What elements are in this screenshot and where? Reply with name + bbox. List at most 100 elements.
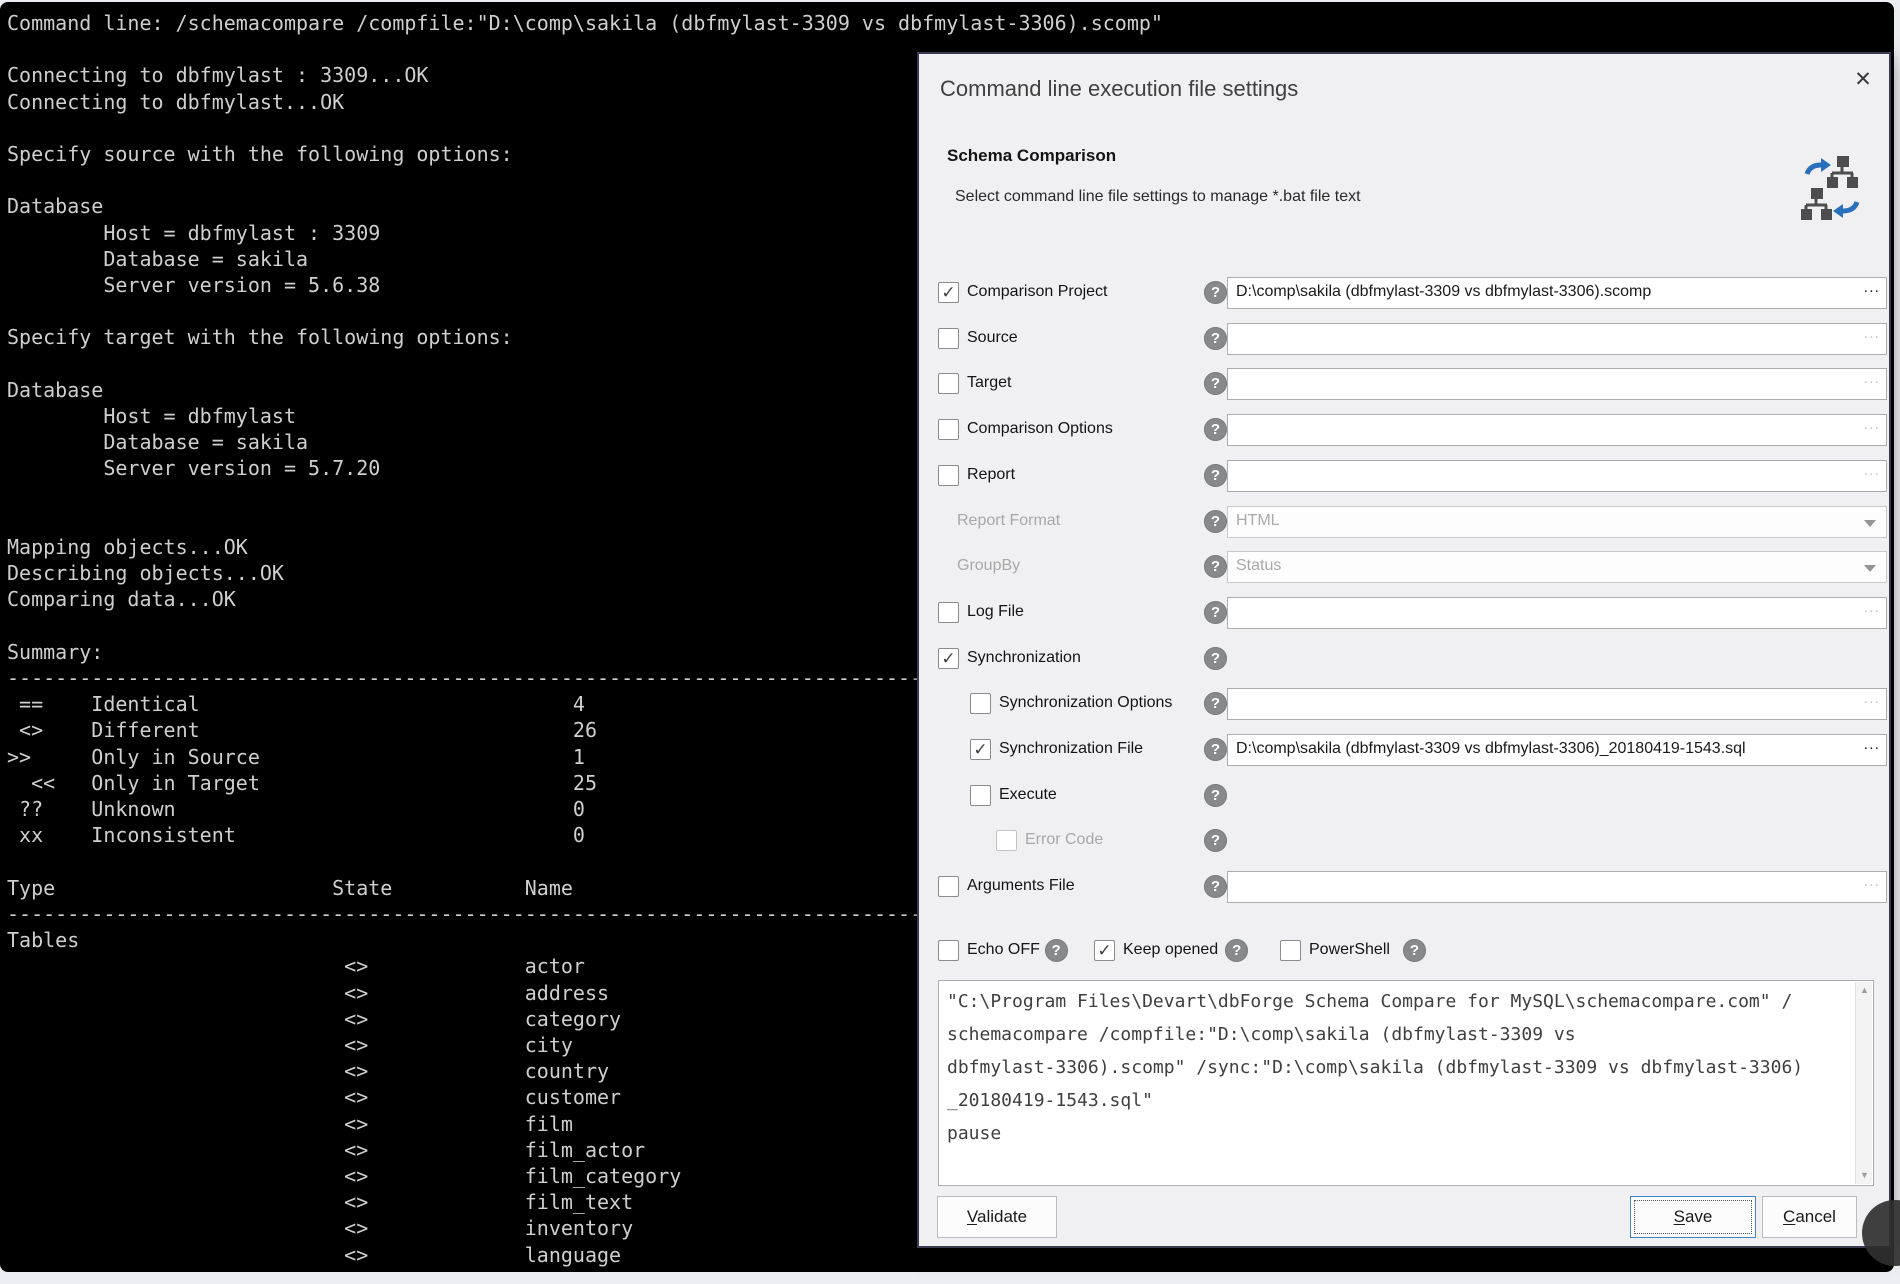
group-by-select: Status (1227, 551, 1887, 583)
chevron-down-icon (1864, 520, 1876, 527)
error-code-checkbox (996, 830, 1017, 851)
form-row-synchronization: ✓ Synchronization? (919, 642, 1889, 676)
group-by-value: Status (1236, 557, 1281, 575)
comparison-options-input[interactable]: ... (1227, 414, 1887, 446)
bat-file-text[interactable]: "C:\Program Files\Devart\dbForge Schema … (947, 985, 1837, 1150)
textarea-scrollbar[interactable]: ▲ ▼ (1855, 982, 1872, 1184)
comparison-options-label: Comparison Options (967, 420, 1113, 438)
section-subtitle: Select command line file settings to man… (955, 188, 1361, 206)
form-row-report-format: Report Format? HTML (919, 505, 1889, 539)
comparison-options-help-icon[interactable]: ? (1204, 418, 1227, 441)
report-format-select: HTML (1227, 506, 1887, 538)
form-row-error-code: Error Code? (919, 824, 1889, 858)
comparison-project-value: D:\comp\sakila (dbfmylast-3309 vs dbfmyl… (1236, 283, 1651, 301)
form-row-arguments-file: Arguments File?... (919, 870, 1889, 904)
save-button[interactable]: Save (1630, 1196, 1756, 1238)
execute-label: Execute (999, 786, 1057, 804)
synchronization-file-browse-button[interactable]: ... (1864, 736, 1880, 754)
powershell-help-icon[interactable]: ? (1403, 939, 1426, 962)
synchronization-file-help-icon[interactable]: ? (1204, 738, 1227, 761)
comparison-project-label: Comparison Project (967, 283, 1108, 301)
chevron-down-icon (1864, 565, 1876, 572)
synchronization-file-input[interactable]: D:\comp\sakila (dbfmylast-3309 vs dbfmyl… (1227, 734, 1887, 766)
error-code-label: Error Code (1025, 831, 1103, 849)
synchronization-file-value: D:\comp\sakila (dbfmylast-3309 vs dbfmyl… (1236, 740, 1746, 758)
synchronization-options-checkbox[interactable] (970, 693, 991, 714)
comparison-project-help-icon[interactable]: ? (1204, 281, 1227, 304)
log-file-label: Log File (967, 603, 1024, 621)
scroll-down-icon[interactable]: ▼ (1856, 1167, 1873, 1184)
log-file-checkbox[interactable] (938, 602, 959, 623)
section-title: Schema Comparison (947, 146, 1116, 166)
report-checkbox[interactable] (938, 465, 959, 486)
group-by-help-icon[interactable]: ? (1204, 555, 1227, 578)
form-row-execute: Execute? (919, 779, 1889, 813)
arguments-file-input[interactable]: ... (1227, 871, 1887, 903)
synchronization-options-label: Synchronization Options (999, 694, 1172, 712)
form-row-target: Target?... (919, 367, 1889, 401)
group-by-label: GroupBy (957, 557, 1020, 575)
synchronization-file-checkbox[interactable]: ✓ (970, 739, 991, 760)
log-file-browse-button: ... (1864, 599, 1880, 617)
target-help-icon[interactable]: ? (1204, 372, 1227, 395)
arguments-file-checkbox[interactable] (938, 876, 959, 897)
target-browse-button: ... (1864, 370, 1880, 388)
report-format-label: Report Format (957, 512, 1060, 530)
powershell-label: PowerShell (1309, 941, 1390, 959)
synchronization-options-input[interactable]: ... (1227, 688, 1887, 720)
report-help-icon[interactable]: ? (1204, 464, 1227, 487)
source-help-icon[interactable]: ? (1204, 327, 1227, 350)
synchronization-checkbox[interactable]: ✓ (938, 648, 959, 669)
target-checkbox[interactable] (938, 373, 959, 394)
form-row-comparison-options: Comparison Options?... (919, 413, 1889, 447)
form-row-comparison-project: ✓ Comparison Project? D:\comp\sakila (dbfm… (919, 276, 1889, 310)
close-icon[interactable]: ✕ (1847, 64, 1879, 96)
report-format-value: HTML (1236, 512, 1280, 530)
source-input[interactable]: ... (1227, 323, 1887, 355)
form-row-group-by: GroupBy? Status (919, 550, 1889, 584)
target-input[interactable]: ... (1227, 368, 1887, 400)
execute-help-icon[interactable]: ? (1204, 784, 1227, 807)
form-row-source: Source?... (919, 322, 1889, 356)
form-row-synchronization-file: ✓Synchronization File?D:\comp\sakila (db… (919, 733, 1889, 767)
synchronization-options-browse-button: ... (1864, 690, 1880, 708)
keep-opened-checkbox[interactable]: ✓ (1094, 940, 1115, 961)
form-row-log-file: Log File?... (919, 596, 1889, 630)
echo-off-help-icon[interactable]: ? (1045, 939, 1068, 962)
synchronization-options-help-icon[interactable]: ? (1204, 692, 1227, 715)
bat-file-text-area[interactable]: "C:\Program Files\Devart\dbForge Schema … (938, 980, 1874, 1186)
comparison-options-browse-button: ... (1864, 416, 1880, 434)
arguments-file-help-icon[interactable]: ? (1204, 875, 1227, 898)
target-label: Target (967, 374, 1011, 392)
scroll-up-icon[interactable]: ▲ (1856, 982, 1873, 999)
keep-opened-help-icon[interactable]: ? (1225, 939, 1248, 962)
form-row-synchronization-options: Synchronization Options?... (919, 687, 1889, 721)
echo-off-checkbox[interactable] (938, 940, 959, 961)
source-checkbox[interactable] (938, 328, 959, 349)
comparison-project-checkbox[interactable]: ✓ (938, 282, 959, 303)
report-label: Report (967, 466, 1015, 484)
schema-comparison-icon (1799, 152, 1865, 224)
source-browse-button: ... (1864, 325, 1880, 343)
comparison-project-browse-button[interactable]: ... (1864, 279, 1880, 297)
log-file-help-icon[interactable]: ? (1204, 601, 1227, 624)
error-code-help-icon[interactable]: ? (1204, 829, 1227, 852)
source-label: Source (967, 329, 1018, 347)
powershell-checkbox[interactable] (1280, 940, 1301, 961)
log-file-input[interactable]: ... (1227, 597, 1887, 629)
synchronization-help-icon[interactable]: ? (1204, 647, 1227, 670)
comparison-project-input[interactable]: D:\comp\sakila (dbfmylast-3309 vs dbfmyl… (1227, 277, 1887, 309)
form-row-report: Report?... (919, 459, 1889, 493)
arguments-file-label: Arguments File (967, 877, 1075, 895)
validate-button[interactable]: Validate (937, 1196, 1057, 1238)
report-browse-button: ... (1864, 462, 1880, 480)
echo-off-label: Echo OFF (967, 941, 1040, 959)
synchronization-label: Synchronization (967, 649, 1081, 667)
report-format-help-icon[interactable]: ? (1204, 510, 1227, 533)
command-line-settings-dialog: Command line execution file settings ✕ S… (917, 52, 1891, 1248)
report-input[interactable]: ... (1227, 460, 1887, 492)
cancel-button[interactable]: Cancel (1762, 1196, 1857, 1238)
comparison-options-checkbox[interactable] (938, 419, 959, 440)
arguments-file-browse-button: ... (1864, 873, 1880, 891)
execute-checkbox[interactable] (970, 785, 991, 806)
